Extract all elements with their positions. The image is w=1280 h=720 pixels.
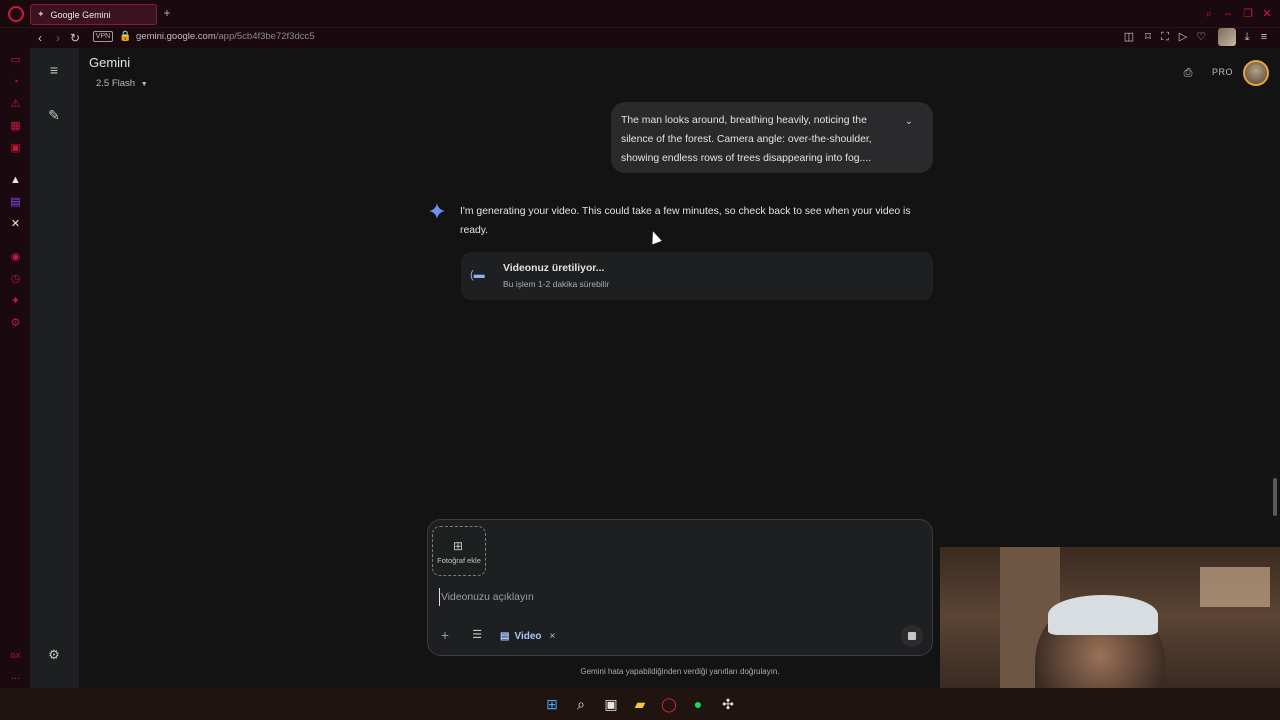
new-chat-icon[interactable]: ✎ (44, 105, 64, 125)
pro-badge[interactable]: PRO (1212, 67, 1233, 77)
tab-google-gemini[interactable]: ✦ Google Gemini (30, 4, 157, 25)
history-icon[interactable]: ◷ (9, 273, 22, 286)
vpn-badge[interactable]: VPN (93, 31, 113, 42)
video-tool-chip[interactable]: ▤ Video × (500, 627, 555, 645)
sidebar-more-icon[interactable]: ... (9, 670, 22, 683)
tab-title: Google Gemini (50, 9, 111, 20)
profile-thumbnail[interactable] (1218, 28, 1236, 46)
messenger-icon[interactable]: ▣ (9, 142, 22, 155)
forward-button[interactable]: › (51, 31, 65, 45)
response-text: I'm generating your video. This could ta… (460, 206, 911, 236)
browser-tab-bar (0, 0, 1280, 28)
stop-icon (908, 632, 916, 640)
download-icon[interactable]: ⤓ (1240, 30, 1254, 44)
task-view-icon[interactable]: ▣ (602, 695, 620, 713)
gemini-spark-icon (429, 203, 445, 219)
url-host: gemini.google.com (136, 31, 216, 42)
bookmark-icon[interactable]: ⌑ (1141, 30, 1155, 44)
x-twitter-icon[interactable]: ✕ (9, 218, 22, 231)
temporary-chat-icon[interactable]: ⎙ (1181, 66, 1195, 80)
spotify-icon[interactable]: ● (689, 695, 707, 713)
reload-button[interactable]: ↻ (68, 31, 82, 45)
url-field[interactable]: gemini.google.com/app/5cb4f3be72f3dcc5 (136, 31, 315, 43)
minimize-button[interactable]: – (1222, 8, 1234, 20)
search-tabs-icon[interactable]: ⌕ (1203, 8, 1215, 20)
stop-generation-button[interactable] (901, 625, 923, 647)
new-tab-button[interactable]: + (160, 6, 174, 20)
video-clapper-icon: ▤ (500, 630, 510, 642)
add-photo-label: Fotoğraf ekle (437, 556, 481, 565)
tools-settings-icon[interactable]: ☰ (470, 628, 484, 642)
webcam-headwear (1048, 595, 1158, 635)
app-title: Gemini (89, 55, 131, 70)
gx-corner-icon[interactable]: ⚠ (9, 98, 22, 111)
user-message-bubble: The man looks around, breathing heavily,… (611, 102, 933, 173)
maximize-button[interactable]: ❐ (1242, 8, 1254, 20)
back-button[interactable]: ‹ (33, 31, 47, 45)
easy-setup-icon[interactable]: ≡ (1257, 30, 1271, 44)
gemini-side-rail (30, 48, 79, 688)
gemini-favicon-icon: ✦ (37, 9, 45, 19)
app-icon[interactable]: ✣ (719, 695, 737, 713)
video-chip-label: Video (514, 630, 542, 642)
main-menu-icon[interactable]: ≡ (44, 60, 64, 80)
video-card-title: Videonuz üretiliyor... (503, 263, 605, 274)
opera-menu-icon[interactable] (8, 6, 24, 22)
disclaimer-text: Gemini hata yapabildiğinden verdiği yanı… (580, 667, 780, 676)
add-files-button[interactable]: + (438, 628, 452, 642)
gx-control-icon[interactable]: ▭ (9, 54, 22, 67)
games-icon[interactable]: ▦ (9, 120, 22, 133)
url-path: /app/5cb4f3be72f3dcc5 (215, 31, 315, 42)
user-message-text: The man looks around, breathing heavily,… (621, 115, 872, 164)
gx-cleaner-icon[interactable]: ◔ (9, 76, 22, 89)
video-loading-icon: (▬ (470, 269, 485, 281)
settings-gear-icon[interactable]: ⚙ (45, 646, 63, 664)
prompt-input[interactable] (439, 588, 899, 606)
video-generation-card[interactable] (461, 252, 933, 300)
player-icon[interactable]: ▷ (1176, 30, 1190, 44)
video-card-subtitle: Bu işlem 1-2 dakika sürebilir (503, 279, 610, 289)
heart-icon[interactable]: ♡ (1194, 30, 1208, 44)
model-label: 2.5 Flash (96, 78, 136, 89)
model-picker[interactable]: 2.5 Flash ▼ (96, 78, 148, 89)
player-sidebar-icon[interactable]: ◉ (9, 251, 22, 264)
gx-label: GX (10, 653, 21, 660)
file-explorer-icon[interactable]: ▰ (631, 695, 649, 713)
search-icon[interactable]: ⌕ (572, 695, 590, 713)
expand-chevron-icon[interactable]: ⌄ (903, 116, 915, 128)
account-avatar[interactable] (1243, 60, 1269, 86)
start-windows-icon[interactable]: ⊞ (543, 695, 561, 713)
twitch-icon[interactable]: ▤ (9, 196, 22, 209)
lock-icon[interactable]: 🔒 (119, 31, 131, 43)
webcam-light (1200, 567, 1270, 607)
add-image-icon: ⊞ (452, 539, 464, 553)
aria-icon[interactable]: ▲ (9, 174, 22, 187)
snapshot-icon[interactable]: ⛶ (1158, 30, 1172, 44)
extensions-icon[interactable]: ✦ (9, 295, 22, 308)
chip-close-icon[interactable]: × (550, 631, 556, 642)
opera-gx-taskbar-icon[interactable]: ◯ (660, 695, 678, 713)
chevron-down-icon: ▼ (140, 81, 148, 88)
split-view-icon[interactable]: ◫ (1122, 30, 1136, 44)
close-window-button[interactable]: ✕ (1261, 8, 1273, 20)
settings-sidebar-icon[interactable]: ⚙ (9, 317, 22, 330)
page-scrollbar[interactable] (1273, 478, 1277, 516)
